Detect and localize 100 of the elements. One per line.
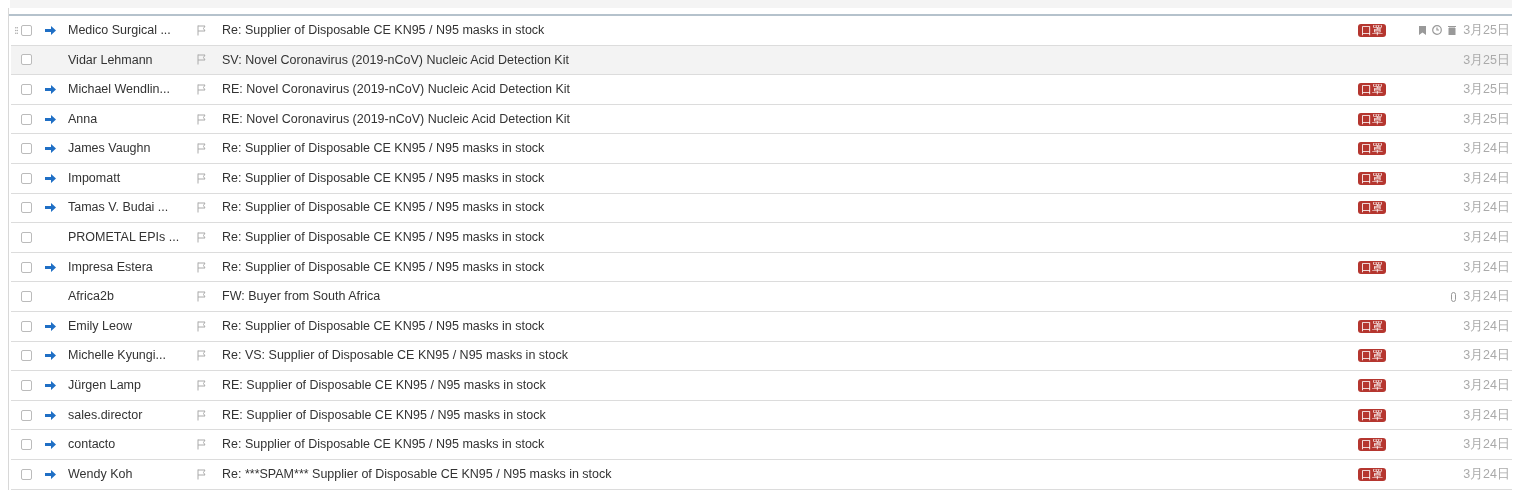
checkbox[interactable] [21,350,32,362]
flag-icon[interactable] [197,54,207,66]
date-text: 3月24日 [1463,437,1510,452]
date-text: 3月25日 [1463,22,1510,37]
date-text: 3月24日 [1463,200,1510,215]
subject-text: Re: Supplier of Disposable CE KN95 / N95 masks in stock [222,200,545,215]
tag-label: 口罩 [1358,467,1386,481]
reply-arrow-icon [44,114,56,124]
subject-text: RE: Supplier of Disposable CE KN95 / N95 masks in stock [222,407,546,422]
date-text: 3月24日 [1463,407,1510,422]
reply-arrow-icon [44,173,56,183]
checkbox[interactable] [21,172,32,184]
tag-label: 口罩 [1358,319,1386,333]
checkbox[interactable] [21,320,32,332]
flag-icon[interactable] [197,350,207,362]
subject-text: Re: VS: Supplier of Disposable CE KN95 / N95 masks in stock [222,348,568,363]
tag-label: 口罩 [1358,201,1386,215]
sender-name: Anna [68,111,98,126]
subject-text: Re: Supplier of Disposable CE KN95 / N95 masks in stock [222,318,545,333]
sender-name: contacto [68,437,116,452]
date-text: 3月24日 [1463,141,1510,156]
date-text: 3月24日 [1463,466,1510,481]
reply-arrow-icon [44,262,56,272]
flag-icon[interactable] [197,379,207,391]
reply-arrow-icon [44,469,56,479]
flag-icon[interactable] [197,202,207,214]
date-text: 3月24日 [1463,230,1510,245]
clock-icon[interactable] [1432,25,1442,36]
checkbox[interactable] [21,261,32,273]
flag-icon[interactable] [197,409,207,421]
checkbox[interactable] [21,143,32,155]
sender-name: Wendy Koh [68,466,133,481]
sender-name: Impresa Estera [68,259,153,274]
subject-text: RE: Supplier of Disposable CE KN95 / N95 masks in stock [222,378,546,393]
drag-handle-icon[interactable] [14,26,18,34]
reply-arrow-icon [44,380,56,390]
checkbox[interactable] [21,202,32,214]
reply-arrow-icon [44,25,56,35]
tag-label: 口罩 [1358,83,1386,96]
checkbox[interactable] [21,113,32,125]
checkbox[interactable] [21,409,32,421]
flag-icon[interactable] [197,84,207,95]
tag-label: 口罩 [1358,112,1386,126]
flag-icon[interactable] [197,172,207,184]
checkbox[interactable] [21,439,32,451]
flag-icon[interactable] [197,468,207,480]
checkbox[interactable] [21,379,32,391]
subject-text: FW: Buyer from South Africa [222,289,381,304]
checkbox[interactable] [21,84,32,95]
date-text: 3月25日 [1463,52,1510,67]
date-text: 3月24日 [1463,170,1510,185]
reply-arrow-icon [44,410,56,420]
flag-icon[interactable] [197,261,207,273]
reply-arrow-icon [44,440,56,450]
subject-text: Re: Supplier of Disposable CE KN95 / N95 masks in stock [222,437,545,452]
checkbox[interactable] [21,468,32,480]
tag-label: 口罩 [1358,171,1386,185]
date-text: 3月25日 [1463,111,1510,126]
subject-text: Re: Supplier of Disposable CE KN95 / N95 masks in stock [222,170,545,185]
flag-icon[interactable] [197,24,207,36]
reply-arrow-icon [44,203,56,213]
sender-name: Michael Wendlin... [68,82,170,97]
checkbox[interactable] [21,24,32,36]
date-text: 3月24日 [1463,378,1510,393]
date-text: 3月24日 [1463,289,1510,304]
flag-icon[interactable] [197,439,207,451]
sender-name: Impomatt [68,170,121,185]
sender-name: Jürgen Lamp [68,378,141,393]
flag-icon[interactable] [197,291,207,303]
checkbox[interactable] [21,291,32,303]
checkbox[interactable] [21,54,32,66]
reply-arrow-icon [44,351,56,361]
reply-arrow-icon [44,321,56,331]
date-text: 3月25日 [1463,82,1510,97]
bookmark-icon[interactable] [1419,25,1426,35]
sender-name: PROMETAL EPIs ... [68,230,180,245]
flag-icon[interactable] [197,143,207,155]
tag-label: 口罩 [1358,260,1386,274]
sender-name: Tamas V. Budai ... [68,200,169,215]
checkbox[interactable] [21,231,32,243]
reply-arrow-icon [44,144,56,154]
flag-icon[interactable] [197,113,207,125]
subject-text: RE: Novel Coronavirus (2019-nCoV) Nucleic Acid Detection Kit [222,82,571,97]
sender-name: Emily Leow [68,318,132,333]
tag-label: 口罩 [1358,378,1386,392]
date-text: 3月24日 [1463,348,1510,363]
sender-name: Africa2b [68,289,114,304]
sender-name: Vidar Lehmann [68,52,153,67]
message-row[interactable]: Vidar Lehmann SV: Novel Coronavirus (2019-nCoV) Nucleic Acid Detection Kit 3月25日 [11,45,1512,76]
subject-text: Re: Supplier of Disposable CE KN95 / N95 masks in stock [222,230,545,245]
subject-text: Re: Supplier of Disposable CE KN95 / N95 masks in stock [222,259,545,274]
subject-text: Re: ***SPAM*** Supplier of Disposable CE KN95 / N95 masks in stock [222,466,612,481]
tag-label: 口罩 [1358,349,1386,363]
subject-text: Re: Supplier of Disposable CE KN95 / N95 masks in stock [222,22,545,37]
flag-icon[interactable] [197,320,207,332]
trash-icon[interactable] [1448,25,1456,35]
date-text: 3月24日 [1463,318,1510,333]
reply-arrow-icon [44,85,56,94]
flag-icon[interactable] [197,231,207,243]
sender-name: sales.director [68,407,143,422]
